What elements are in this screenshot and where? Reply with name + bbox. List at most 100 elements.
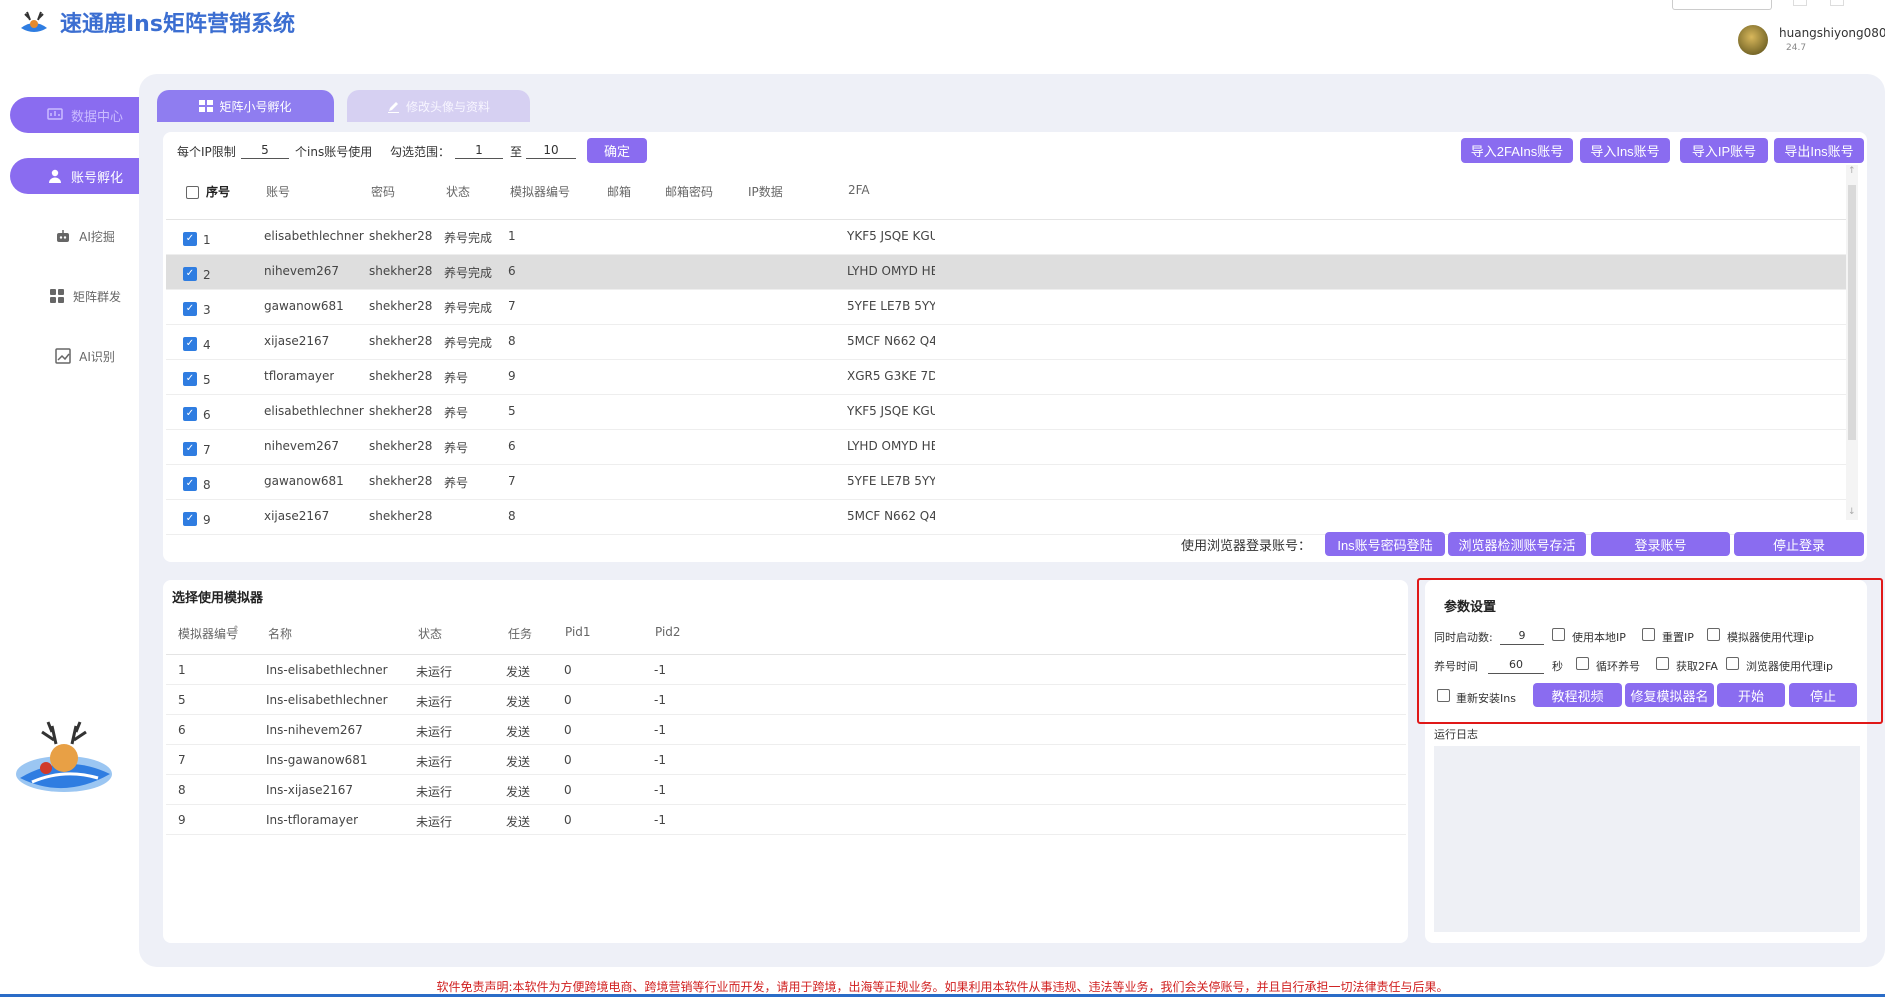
row-checkbox[interactable]: ✓: [183, 407, 197, 421]
browser-proxy-checkbox[interactable]: [1726, 657, 1739, 670]
cell-emulator-name: Ins-elisabethlechner: [266, 663, 388, 677]
use-local-ip-label: 使用本地IP: [1572, 631, 1626, 644]
minimize-button[interactable]: [1793, 0, 1807, 6]
loop-nurture-checkbox[interactable]: [1576, 657, 1589, 670]
cell-account: xijase2167: [264, 509, 330, 523]
reinstall-label: 重新安装Ins: [1456, 692, 1516, 705]
cell-pid2: -1: [654, 813, 666, 827]
export-ins-button[interactable]: 导出Ins账号: [1774, 138, 1864, 163]
cell-emulator: 5: [508, 404, 516, 418]
tab-matrix-nurture[interactable]: 矩阵小号孵化: [157, 90, 334, 122]
language-select[interactable]: [1672, 0, 1772, 10]
column-header-emulator: 模拟器编号: [510, 185, 571, 199]
column-header-status: 状态: [446, 185, 471, 199]
cell-pid1: 0: [564, 663, 572, 677]
range-to-input[interactable]: 10: [526, 141, 576, 159]
row-checkbox[interactable]: ✓: [183, 337, 197, 351]
cell-2fa: 5YFE LE7B 5YY7: [847, 474, 935, 488]
cell-emulator: 7: [508, 299, 516, 313]
reset-ip-checkbox[interactable]: [1642, 628, 1655, 641]
row-checkbox[interactable]: ✓: [183, 267, 197, 281]
browser-check-alive-button[interactable]: 浏览器检测账号存活: [1448, 532, 1586, 556]
sidebar-item-label: AI识别: [79, 349, 115, 364]
scroll-down-icon[interactable]: ↓: [1848, 507, 1856, 517]
emu-column-header-name: 名称: [268, 627, 293, 641]
cell-pid1: 0: [564, 813, 572, 827]
start-button[interactable]: 开始: [1717, 683, 1785, 707]
stop-button[interactable]: 停止: [1789, 683, 1857, 707]
row-checkbox[interactable]: ✓: [183, 442, 197, 456]
cell-no: 1: [203, 233, 211, 247]
import-ip-button[interactable]: 导入IP账号: [1680, 138, 1768, 163]
table-scrollbar-thumb[interactable]: [1848, 185, 1856, 440]
maximize-button[interactable]: [1830, 0, 1844, 6]
row-checkbox[interactable]: ✓: [183, 232, 197, 246]
fix-emulator-name-button[interactable]: 修复模拟器名: [1625, 683, 1714, 707]
sidebar-item-matrix-broadcast[interactable]: 矩阵群发: [10, 278, 160, 314]
select-all-checkbox[interactable]: [186, 186, 199, 199]
params-title: 参数设置: [1444, 600, 1497, 615]
reinstall-checkbox[interactable]: [1437, 689, 1450, 702]
emulator-title: 选择使用模拟器: [172, 591, 264, 606]
loop-nurture-label: 循环养号: [1596, 660, 1640, 673]
stop-login-button[interactable]: 停止登录: [1734, 532, 1864, 556]
import-2fa-ins-button[interactable]: 导入2FAIns账号: [1461, 138, 1573, 163]
get-2fa-checkbox[interactable]: [1656, 657, 1669, 670]
cell-emulator: 9: [508, 369, 516, 383]
column-header-ip: IP数据: [748, 185, 783, 199]
sort-icon[interactable]: ⇕: [232, 625, 240, 635]
sidebar-item-data-center[interactable]: 数据中心: [10, 97, 160, 133]
cell-pid2: -1: [654, 753, 666, 767]
concurrent-label: 同时启动数:: [1434, 631, 1493, 644]
cell-account: elisabethlechner: [264, 404, 364, 418]
cell-password: shekher28: [369, 404, 433, 418]
sidebar-item-account-nurture[interactable]: 账号孵化: [10, 158, 160, 194]
scroll-up-icon[interactable]: ↑: [1848, 166, 1856, 176]
cell-pid1: 0: [564, 783, 572, 797]
sidebar-item-ai-mining[interactable]: AI挖掘: [10, 218, 160, 254]
emu-proxy-checkbox[interactable]: [1707, 628, 1720, 641]
cell-emulator-task: 发送: [506, 695, 531, 709]
avatar[interactable]: [1738, 25, 1768, 55]
app-version: 24.7: [1786, 43, 1807, 53]
cell-emulator: 6: [508, 439, 516, 453]
cell-password: shekher28: [369, 334, 433, 348]
emu-column-header-status: 状态: [418, 627, 443, 641]
row-checkbox[interactable]: ✓: [183, 372, 197, 386]
login-account-button[interactable]: 登录账号: [1591, 532, 1730, 556]
emu-column-header-task: 任务: [508, 627, 533, 641]
cell-2fa: XGR5 G3KE 7DC: [847, 369, 935, 383]
tutorial-video-button[interactable]: 教程视频: [1533, 683, 1622, 707]
cell-no: 5: [203, 373, 211, 387]
ip-limit-input[interactable]: 5: [241, 141, 289, 159]
tab-label: 修改头像与资料: [405, 99, 490, 114]
ins-password-login-button[interactable]: Ins账号密码登陆: [1325, 532, 1445, 556]
row-checkbox[interactable]: ✓: [183, 302, 197, 316]
cell-2fa: 5MCF N662 Q4: [847, 509, 935, 523]
import-ins-button[interactable]: 导入Ins账号: [1580, 138, 1670, 163]
row-checkbox[interactable]: ✓: [183, 512, 197, 526]
cell-2fa: YKF5 JSQE KGU: [847, 229, 935, 243]
cell-emulator-task: 发送: [506, 755, 531, 769]
log-label: 运行日志: [1434, 728, 1478, 741]
disclaimer-text: 软件免责声明:本软件为方便跨境电商、跨境营销等行业而开发，请用于跨境，出海等正规…: [436, 980, 1449, 994]
cell-2fa: LYHD OMYD HE: [847, 439, 935, 453]
use-local-ip-checkbox[interactable]: [1552, 628, 1565, 641]
cell-password: shekher28: [369, 474, 433, 488]
nurture-time-input[interactable]: 60: [1488, 656, 1544, 674]
cell-2fa: YKF5 JSQE KGU: [847, 404, 935, 418]
tab-edit-profile[interactable]: 修改头像与资料: [347, 90, 530, 122]
concurrent-input[interactable]: 9: [1500, 627, 1544, 645]
cell-status: 养号: [444, 406, 469, 420]
row-checkbox[interactable]: ✓: [183, 477, 197, 491]
cell-emulator-name: Ins-tfloramayer: [266, 813, 359, 827]
robot-icon: [55, 228, 71, 244]
cell-emulator: 6: [508, 264, 516, 278]
run-log-area[interactable]: [1434, 746, 1860, 932]
cell-emulator: 7: [508, 474, 516, 488]
confirm-button[interactable]: 确定: [587, 138, 647, 163]
range-from-input[interactable]: 1: [455, 141, 503, 159]
sidebar-item-ai-recognition[interactable]: AI识别: [10, 338, 160, 374]
brand-logo-icon: [16, 721, 112, 792]
cell-account: nihevem267: [264, 264, 340, 278]
